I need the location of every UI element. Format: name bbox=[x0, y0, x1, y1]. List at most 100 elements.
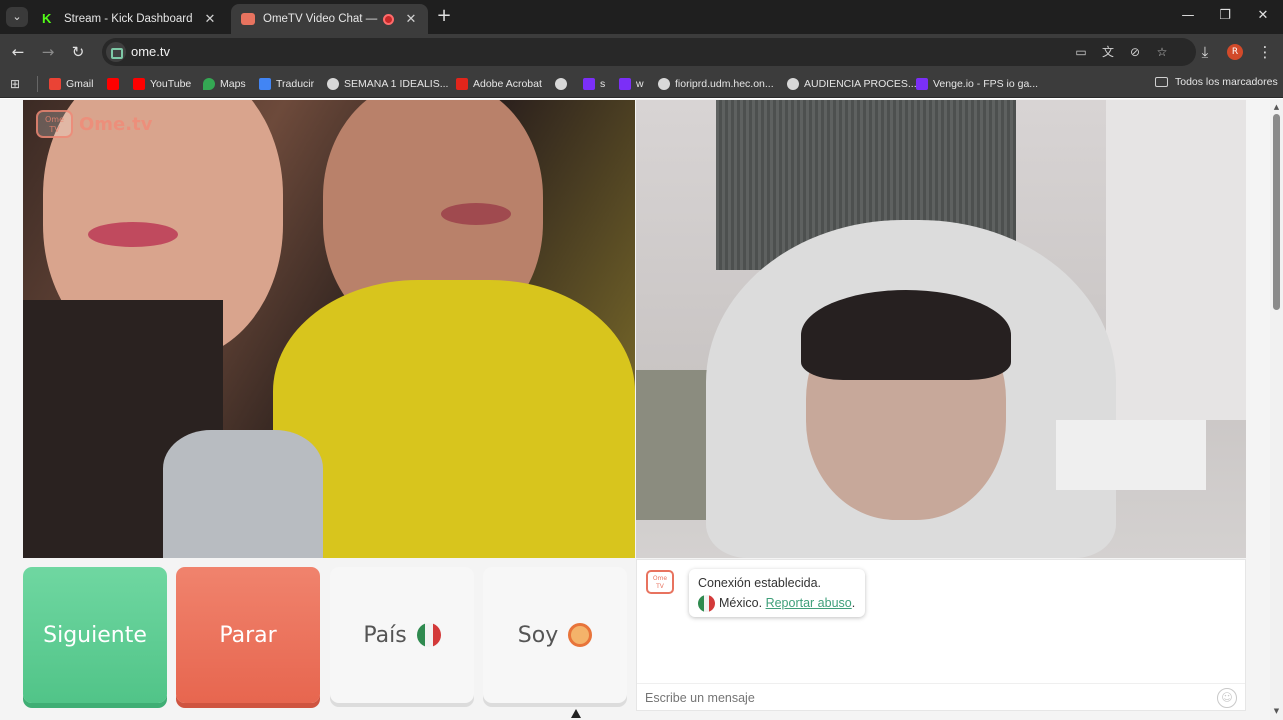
address-bar[interactable]: ome.tv ▭ 文 ⊘ ☆ bbox=[102, 38, 1196, 66]
video-lips-left bbox=[88, 222, 178, 247]
window-close-icon[interactable]: ✕ bbox=[1253, 6, 1273, 26]
v-icon bbox=[583, 78, 595, 90]
bookmark-label: Adobe Acrobat bbox=[473, 78, 542, 90]
video-hair-self bbox=[801, 290, 1011, 380]
restore-icon[interactable]: ❐ bbox=[1215, 6, 1235, 26]
video-books bbox=[1056, 420, 1206, 490]
next-button[interactable]: Siguiente bbox=[23, 567, 167, 703]
scroll-thumb[interactable] bbox=[1273, 114, 1280, 310]
tab-search-chevron-icon[interactable]: ⌄ bbox=[6, 7, 28, 27]
maps-icon bbox=[203, 78, 215, 90]
video-wall-right bbox=[1106, 100, 1246, 420]
bookmark-youtube-icon-only[interactable] bbox=[107, 76, 124, 92]
self-video bbox=[636, 100, 1246, 558]
translate-icon[interactable]: 文 bbox=[1099, 43, 1117, 61]
globe-icon bbox=[658, 78, 670, 90]
globe-icon bbox=[555, 78, 567, 90]
tab-strip: ⌄ K Stream - Kick Dashboard ✕ OmeTV Vide… bbox=[0, 0, 1283, 34]
browser-toolbar: ← → ↻ ome.tv ▭ 文 ⊘ ☆ ⤓ ⋮ bbox=[0, 34, 1283, 70]
female-face-icon bbox=[568, 623, 593, 647]
youtube-icon bbox=[133, 78, 145, 90]
bookmark-star-icon[interactable]: ☆ bbox=[1153, 43, 1171, 61]
acrobat-icon bbox=[456, 78, 468, 90]
bookmark-globe[interactable] bbox=[555, 76, 572, 92]
youtube-icon bbox=[107, 78, 119, 90]
bookmark-label: Maps bbox=[220, 78, 246, 90]
profile-avatar[interactable]: R bbox=[1227, 44, 1243, 60]
country-name: México. bbox=[719, 596, 763, 610]
eye-off-icon[interactable]: ⊘ bbox=[1126, 43, 1144, 61]
bookmark-traducir[interactable]: Traducir bbox=[259, 76, 314, 92]
bookmark-label: Venge.io - FPS io ga... bbox=[933, 78, 1039, 90]
chat-input-row: ☺ bbox=[637, 683, 1245, 711]
mexico-flag-icon bbox=[698, 595, 715, 613]
reload-icon[interactable]: ↻ bbox=[68, 42, 88, 62]
country-line: México. Reportar abuso. bbox=[698, 593, 856, 613]
new-tab-plus-icon[interactable]: + bbox=[434, 6, 454, 26]
video-yellow-shirt bbox=[273, 280, 635, 558]
tab-kick-dashboard[interactable]: K Stream - Kick Dashboard ✕ bbox=[32, 4, 227, 34]
bookmark-label: fioriprd.udm.hec.on... bbox=[675, 78, 774, 90]
minimize-icon[interactable]: — bbox=[1178, 6, 1198, 26]
bookmark-gmail[interactable]: Gmail bbox=[49, 76, 93, 92]
bookmark-audiencia[interactable]: AUDIENCIA PROCES... bbox=[787, 76, 917, 92]
stop-button[interactable]: Parar bbox=[176, 567, 320, 703]
back-arrow-icon[interactable]: ← bbox=[8, 42, 28, 62]
bookmark-venge[interactable]: Venge.io - FPS io ga... bbox=[916, 76, 1038, 92]
bookmark-semana[interactable]: SEMANA 1 IDEALIS... bbox=[327, 76, 448, 92]
country-button[interactable]: País bbox=[330, 567, 474, 703]
ometv-logo-text: Ome.tv bbox=[79, 113, 153, 135]
emoji-icon[interactable]: ☺ bbox=[1217, 688, 1237, 708]
mexico-flag-icon bbox=[416, 623, 441, 647]
stranger-video bbox=[23, 100, 635, 558]
bookmarks-bar: ⊞ Gmail YouTube Maps Traducir SEMANA 1 I… bbox=[0, 70, 1283, 98]
message-input[interactable] bbox=[645, 689, 1205, 707]
v-icon bbox=[916, 78, 928, 90]
bookmarks-separator bbox=[37, 76, 38, 92]
bookmark-label: SEMANA 1 IDEALIS... bbox=[344, 78, 449, 90]
v-icon bbox=[619, 78, 631, 90]
close-icon[interactable]: ✕ bbox=[404, 12, 418, 27]
page-scrollbar[interactable]: ▲ ▼ bbox=[1270, 100, 1283, 720]
ometv-logo: Ome TV Ome.tv bbox=[36, 110, 152, 138]
ometv-icon bbox=[241, 13, 255, 25]
next-button-label: Siguiente bbox=[43, 622, 147, 648]
translate-icon bbox=[259, 78, 271, 90]
video-lips-right bbox=[441, 203, 511, 225]
forward-arrow-icon[interactable]: → bbox=[38, 42, 58, 62]
kick-icon: K bbox=[42, 11, 52, 26]
report-abuse-link[interactable]: Reportar abuso bbox=[766, 596, 852, 610]
folder-icon bbox=[1155, 77, 1168, 87]
globe-icon bbox=[787, 78, 799, 90]
tab-title: OmeTV Video Chat — Ome bbox=[263, 13, 379, 25]
site-camera-icon[interactable] bbox=[106, 42, 126, 62]
gender-button-label: Soy bbox=[517, 622, 559, 648]
gender-button[interactable]: Soy bbox=[483, 567, 627, 703]
tab-ometv[interactable]: OmeTV Video Chat — Ome ✕ bbox=[231, 4, 428, 34]
gmail-icon bbox=[49, 78, 61, 90]
tab-title: Stream - Kick Dashboard bbox=[64, 13, 193, 25]
ometv-chat-logo: Ome TV bbox=[646, 570, 674, 594]
menu-dots-icon[interactable]: ⋮ bbox=[1255, 42, 1275, 62]
system-message: Conexión establecida. México. Reportar a… bbox=[689, 569, 865, 617]
bookmark-label: Gmail bbox=[66, 78, 94, 90]
video-grey-shirt bbox=[163, 430, 323, 558]
bookmark-youtube[interactable]: YouTube bbox=[133, 76, 191, 92]
bookmark-label: s bbox=[600, 78, 606, 90]
bookmark-maps[interactable]: Maps bbox=[203, 76, 246, 92]
scroll-down-icon[interactable]: ▼ bbox=[1272, 706, 1281, 716]
globe-icon bbox=[327, 78, 339, 90]
bookmark-adobe-acrobat[interactable]: Adobe Acrobat bbox=[456, 76, 542, 92]
scroll-up-icon[interactable]: ▲ bbox=[1272, 102, 1281, 112]
download-icon[interactable]: ⤓ bbox=[1195, 42, 1215, 62]
bookmark-fioriprd[interactable]: fioriprd.udm.hec.on... bbox=[658, 76, 774, 92]
url-text[interactable]: ome.tv bbox=[131, 44, 170, 59]
chat-panel: Ome TV Conexión establecida. México. Repo… bbox=[636, 559, 1246, 711]
apps-grid-icon[interactable]: ⊞ bbox=[10, 77, 24, 91]
mouse-cursor bbox=[571, 709, 581, 718]
cast-icon[interactable]: ▭ bbox=[1072, 43, 1090, 61]
bookmark-w[interactable]: w bbox=[619, 76, 644, 92]
bookmark-s[interactable]: s bbox=[583, 76, 605, 92]
close-icon[interactable]: ✕ bbox=[203, 12, 217, 27]
all-bookmarks[interactable]: Todos los marcadores bbox=[1155, 76, 1278, 88]
